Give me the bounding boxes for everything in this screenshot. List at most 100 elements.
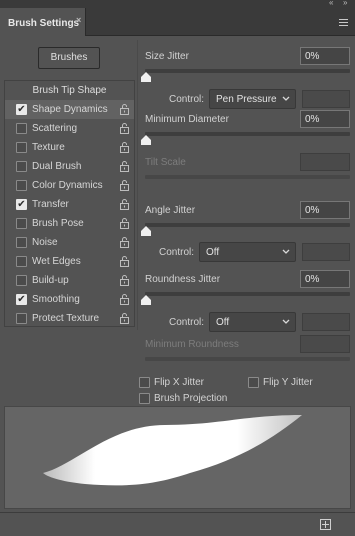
option-checkbox[interactable]: ✔	[16, 199, 27, 210]
flip-x-label: Flip X Jitter	[154, 377, 205, 388]
brush-projection-option[interactable]: Brush Projection	[139, 392, 259, 406]
brush-tip-shape-item[interactable]: Brush Tip Shape	[5, 81, 134, 100]
option-row[interactable]: Noise	[5, 233, 134, 252]
flip-y-label: Flip Y Jitter	[263, 377, 313, 388]
size-jitter-label: Size Jitter	[145, 51, 189, 62]
option-label: Wet Edges	[32, 256, 81, 267]
option-row[interactable]: ✔ Smoothing	[5, 290, 134, 309]
option-checkbox[interactable]	[16, 256, 27, 267]
chevron-down-icon	[282, 319, 290, 324]
angle-control-select[interactable]: Off	[199, 242, 296, 262]
brush-projection-checkbox[interactable]	[139, 393, 150, 404]
option-row[interactable]: Scattering	[5, 119, 134, 138]
roundness-jitter-label: Roundness Jitter	[145, 274, 221, 285]
angle-jitter-slider-track[interactable]	[145, 223, 350, 227]
size-jitter-slider-thumb[interactable]	[141, 72, 151, 82]
panel-top-strip: « »	[0, 0, 355, 8]
option-checkbox[interactable]: ✔	[16, 294, 27, 305]
roundness-control-value: Off	[216, 317, 230, 328]
lock-icon[interactable]	[119, 103, 130, 115]
brush-options-list: Brush Tip Shape ✔ Shape Dynamics Scatterin…	[4, 80, 135, 327]
tilt-scale-field[interactable]	[300, 153, 350, 171]
option-checkbox[interactable]	[16, 218, 27, 229]
expand-icon[interactable]: »	[343, 0, 347, 7]
option-label: Shape Dynamics	[32, 104, 108, 115]
option-row[interactable]: Build-up	[5, 271, 134, 290]
size-control-label: Control:	[169, 94, 205, 105]
lock-icon[interactable]	[119, 122, 130, 134]
option-checkbox[interactable]	[16, 237, 27, 248]
checkmark-icon: ✔	[17, 199, 26, 210]
option-checkbox[interactable]	[16, 142, 27, 153]
option-row[interactable]: Brush Pose	[5, 214, 134, 233]
angle-control-extra-field[interactable]	[302, 243, 350, 261]
lock-icon[interactable]	[119, 198, 130, 210]
angle-jitter-field[interactable]: 0%	[300, 201, 350, 219]
roundness-jitter-field[interactable]: 0%	[300, 270, 350, 288]
option-row[interactable]: Dual Brush	[5, 157, 134, 176]
brush-stroke-preview	[4, 406, 351, 509]
option-label: Noise	[32, 237, 58, 248]
chevron-down-icon	[282, 96, 290, 101]
min-diameter-slider-thumb[interactable]	[141, 135, 151, 145]
lock-icon[interactable]	[119, 179, 130, 191]
option-row[interactable]: ✔ Transfer	[5, 195, 134, 214]
angle-jitter-slider-thumb[interactable]	[141, 226, 151, 236]
panel-menu-icon[interactable]	[339, 19, 348, 27]
size-control-select[interactable]: Pen Pressure	[209, 89, 296, 109]
option-row[interactable]: Color Dynamics	[5, 176, 134, 195]
roundness-jitter-slider-thumb[interactable]	[141, 295, 151, 305]
angle-control-value: Off	[206, 247, 220, 258]
close-icon[interactable]: ×	[76, 15, 81, 25]
option-checkbox[interactable]	[16, 180, 27, 191]
roundness-control-select[interactable]: Off	[209, 312, 296, 332]
brush-projection-label: Brush Projection	[154, 393, 228, 404]
angle-jitter-label: Angle Jitter	[145, 205, 196, 216]
option-checkbox[interactable]	[16, 313, 27, 324]
lock-icon[interactable]	[119, 293, 130, 305]
option-label: Build-up	[32, 275, 69, 286]
lock-icon[interactable]	[119, 274, 130, 286]
lock-icon[interactable]	[119, 160, 130, 172]
tilt-scale-slider-track	[145, 175, 350, 179]
column-divider	[137, 40, 138, 330]
roundness-jitter-slider-track[interactable]	[145, 292, 350, 296]
option-row[interactable]: Protect Texture	[5, 309, 134, 328]
option-checkbox[interactable]	[16, 161, 27, 172]
size-jitter-slider-track[interactable]	[145, 69, 350, 73]
flip-x-checkbox[interactable]	[139, 377, 150, 388]
option-checkbox[interactable]	[16, 123, 27, 134]
min-diameter-slider-track[interactable]	[145, 132, 350, 136]
angle-control-label: Control:	[159, 247, 195, 258]
new-preset-icon[interactable]	[320, 519, 331, 530]
option-row[interactable]: ✔ Shape Dynamics	[5, 100, 134, 119]
tilt-scale-label: Tilt Scale	[145, 157, 186, 168]
option-checkbox[interactable]: ✔	[16, 104, 27, 115]
min-diameter-field[interactable]: 0%	[300, 110, 350, 128]
min-roundness-field[interactable]	[300, 335, 350, 353]
size-jitter-field[interactable]: 0%	[300, 47, 350, 65]
option-row[interactable]: Texture	[5, 138, 134, 157]
min-roundness-slider-track	[145, 357, 350, 361]
option-checkbox[interactable]	[16, 275, 27, 286]
tab-title: Brush Settings	[8, 18, 80, 29]
lock-icon[interactable]	[119, 217, 130, 229]
roundness-control-extra-field[interactable]	[302, 313, 350, 331]
lock-icon[interactable]	[119, 141, 130, 153]
option-row[interactable]: Wet Edges	[5, 252, 134, 271]
flip-y-checkbox[interactable]	[248, 377, 259, 388]
option-label: Color Dynamics	[32, 180, 103, 191]
brush-stroke-shape	[43, 415, 302, 486]
flip-y-option[interactable]: Flip Y Jitter	[248, 376, 348, 390]
flip-x-option[interactable]: Flip X Jitter	[139, 376, 239, 390]
lock-icon[interactable]	[119, 255, 130, 267]
collapse-icon[interactable]: «	[329, 0, 333, 7]
brushes-button[interactable]: Brushes	[38, 47, 100, 69]
lock-icon[interactable]	[119, 236, 130, 248]
lock-icon[interactable]	[119, 312, 130, 324]
option-label: Texture	[32, 142, 65, 153]
tab-brush-settings[interactable]: Brush Settings ×	[0, 8, 86, 36]
option-label: Scattering	[32, 123, 78, 134]
size-control-extra-field[interactable]	[302, 90, 350, 108]
option-label: Protect Texture	[32, 313, 100, 324]
